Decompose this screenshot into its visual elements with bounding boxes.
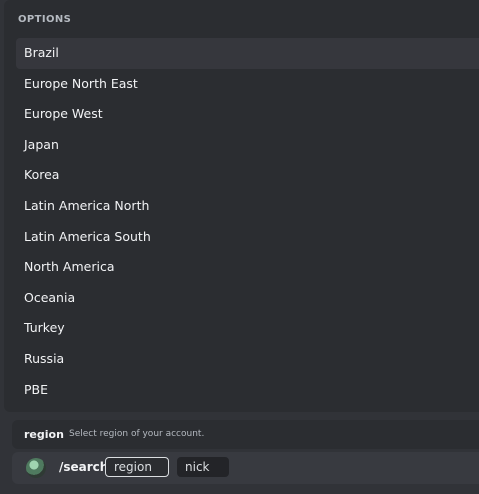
option-hint-description: Select region of your account. [69, 429, 205, 439]
command-name: /search [59, 460, 109, 474]
option-item-oceania[interactable]: Oceania [16, 283, 479, 314]
options-popout: OPTIONS Brazil Europe North East Europe … [4, 0, 479, 412]
option-hint-name: region [24, 428, 64, 441]
option-item-north-america[interactable]: North America [16, 252, 479, 283]
command-option-nick[interactable]: nick [177, 457, 229, 477]
options-header: OPTIONS [18, 14, 72, 25]
option-item-europe-north-east[interactable]: Europe North East [16, 69, 479, 100]
option-hint-bar: region Select region of your account. [12, 420, 479, 449]
options-list: Brazil Europe North East Europe West Jap… [16, 38, 479, 405]
option-item-brazil[interactable]: Brazil [16, 38, 479, 69]
option-item-russia[interactable]: Russia [16, 344, 479, 375]
command-option-region[interactable]: region [105, 457, 169, 477]
option-item-latin-america-south[interactable]: Latin America South [16, 222, 479, 253]
option-item-japan[interactable]: Japan [16, 130, 479, 161]
option-item-pbe[interactable]: PBE [16, 375, 479, 406]
command-input-bar[interactable]: /search region nick [12, 452, 479, 484]
option-item-latin-america-north[interactable]: Latin America North [16, 191, 479, 222]
option-item-europe-west[interactable]: Europe West [16, 99, 479, 130]
option-item-korea[interactable]: Korea [16, 160, 479, 191]
option-item-turkey[interactable]: Turkey [16, 313, 479, 344]
bot-avatar [26, 458, 46, 478]
